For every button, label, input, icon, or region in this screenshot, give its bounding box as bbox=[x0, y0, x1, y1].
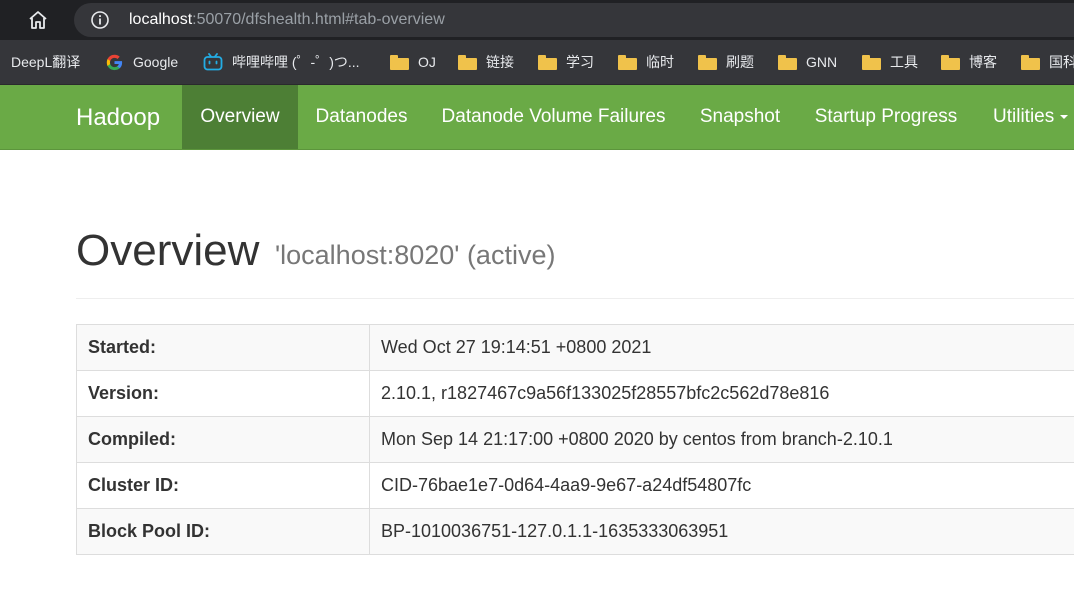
bookmark-label: 学习 bbox=[566, 54, 594, 70]
folder-icon bbox=[1020, 54, 1040, 70]
row-label: Started: bbox=[76, 324, 370, 371]
bookmark-folder-oj[interactable]: OJ bbox=[389, 51, 436, 73]
nav-tab-label: Overview bbox=[200, 106, 280, 127]
bookmark-label: 国科 bbox=[1049, 54, 1074, 70]
row-value: Mon Sep 14 21:17:00 +0800 2020 by centos… bbox=[369, 416, 1074, 463]
row-label: Version: bbox=[76, 370, 370, 417]
table-row: Cluster ID: CID-76bae1e7-0d64-4aa9-9e67-… bbox=[76, 462, 1074, 509]
row-value: Wed Oct 27 19:14:51 +0800 2021 bbox=[369, 324, 1074, 371]
row-value: CID-76bae1e7-0d64-4aa9-9e67-a24df54807fc bbox=[369, 462, 1074, 509]
folder-icon bbox=[777, 54, 797, 70]
home-icon bbox=[29, 11, 47, 29]
folder-icon bbox=[389, 54, 409, 70]
url-path: :50070/dfshealth.html#tab-overview bbox=[192, 11, 445, 28]
hadoop-navbar: Hadoop Overview Datanodes Datanode Volum… bbox=[0, 85, 1074, 150]
table-row: Started: Wed Oct 27 19:14:51 +0800 2021 bbox=[76, 324, 1074, 371]
bookmark-folder-practice[interactable]: 刷题 bbox=[697, 51, 754, 73]
overview-info-table: Started: Wed Oct 27 19:14:51 +0800 2021 … bbox=[76, 324, 1074, 555]
nav-tab-snapshot[interactable]: Snapshot bbox=[682, 85, 798, 149]
bookmark-folder-links[interactable]: 链接 bbox=[457, 51, 514, 73]
nav-tab-datanode-volume-failures[interactable]: Datanode Volume Failures bbox=[425, 85, 682, 149]
row-value: BP-1010036751-127.0.1.1-1635333063951 bbox=[369, 508, 1074, 555]
nav-tab-datanodes[interactable]: Datanodes bbox=[298, 85, 425, 149]
nav-tab-label: Datanode Volume Failures bbox=[441, 106, 666, 127]
row-label: Compiled: bbox=[76, 416, 370, 463]
bookmark-label: 博客 bbox=[969, 54, 997, 70]
caret-down-icon bbox=[1060, 115, 1069, 119]
bookmark-label: 哔哩哔哩 (゜-゜)つ... bbox=[232, 54, 360, 70]
bookmark-folder-blog[interactable]: 博客 bbox=[940, 51, 997, 73]
nav-dropdown-utilities[interactable]: Utilities bbox=[974, 85, 1074, 149]
bookmark-label: 临时 bbox=[646, 54, 674, 70]
row-value: 2.10.1, r1827467c9a56f133025f28557bfc2c5… bbox=[369, 370, 1074, 417]
table-row: Version: 2.10.1, r1827467c9a56f133025f28… bbox=[76, 370, 1074, 417]
bookmark-label: Google bbox=[133, 54, 179, 70]
bookmark-label: OJ bbox=[418, 54, 436, 70]
browser-address-bar: localhost:50070/dfshealth.html#tab-overv… bbox=[0, 0, 1074, 40]
home-button[interactable] bbox=[24, 8, 52, 32]
bilibili-icon bbox=[203, 53, 223, 71]
bookmark-google[interactable]: Google bbox=[104, 51, 178, 73]
bookmark-folder-ucas[interactable]: 国科 bbox=[1020, 51, 1074, 73]
bookmark-folder-study[interactable]: 学习 bbox=[537, 51, 594, 73]
bookmark-label: DeepL翻译 bbox=[11, 54, 81, 70]
url-host: localhost bbox=[129, 11, 193, 28]
nav-tab-label: Startup Progress bbox=[814, 106, 958, 127]
namenode-address: 'localhost:8020' (active) bbox=[275, 240, 556, 270]
bookmark-bilibili[interactable]: 哔哩哔哩 (゜-゜)つ... bbox=[203, 51, 360, 73]
folder-icon bbox=[537, 54, 557, 70]
table-row: Compiled: Mon Sep 14 21:17:00 +0800 2020… bbox=[76, 416, 1074, 463]
brand-logo[interactable]: Hadoop bbox=[76, 103, 160, 133]
folder-icon bbox=[617, 54, 637, 70]
bookmark-folder-temp[interactable]: 临时 bbox=[617, 51, 674, 73]
bookmark-folder-gnn[interactable]: GNN bbox=[777, 51, 837, 73]
bookmark-label: 工具 bbox=[890, 54, 918, 70]
url-text[interactable]: localhost:50070/dfshealth.html#tab-overv… bbox=[129, 9, 445, 31]
page-title: Overview bbox=[76, 226, 260, 275]
bookmark-label: GNN bbox=[806, 54, 838, 70]
folder-icon bbox=[457, 54, 477, 70]
folder-icon bbox=[940, 54, 960, 70]
nav-tab-startup-progress[interactable]: Startup Progress bbox=[798, 85, 974, 149]
bookmark-folder-tools[interactable]: 工具 bbox=[861, 51, 918, 73]
nav-tab-label: Snapshot bbox=[699, 106, 781, 127]
folder-icon bbox=[861, 54, 881, 70]
bookmarks-bar: DeepL翻译 Google 哔哩哔哩 (゜-゜)つ... OJ 链接 学习 临… bbox=[0, 40, 1074, 85]
nav-tab-label: Datanodes bbox=[315, 106, 408, 127]
nav-tab-overview[interactable]: Overview bbox=[182, 85, 298, 149]
row-label: Cluster ID: bbox=[76, 462, 370, 509]
folder-icon bbox=[697, 54, 717, 70]
nav-tab-label: Utilities bbox=[993, 106, 1055, 127]
row-label: Block Pool ID: bbox=[76, 508, 370, 555]
info-icon[interactable] bbox=[90, 10, 110, 30]
table-row: Block Pool ID: BP-1010036751-127.0.1.1-1… bbox=[76, 508, 1074, 555]
bookmark-label: 刷题 bbox=[726, 54, 754, 70]
bookmark-deepl[interactable]: DeepL翻译 bbox=[11, 51, 80, 73]
google-icon bbox=[104, 53, 124, 71]
bookmark-label: 链接 bbox=[486, 54, 514, 70]
page-header: Overview 'localhost:8020' (active) bbox=[76, 222, 1074, 299]
